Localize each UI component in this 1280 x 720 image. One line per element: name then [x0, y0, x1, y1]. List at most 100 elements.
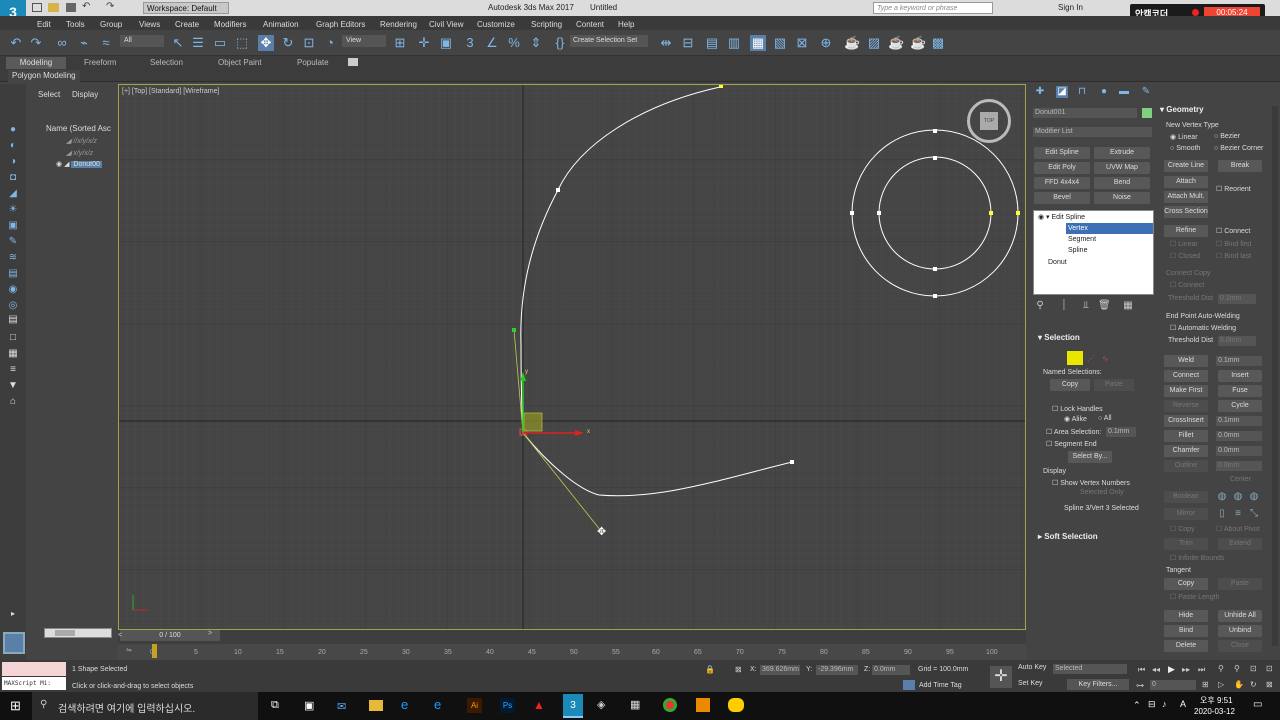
soft-selection-rollout-header[interactable]: ▸ Soft Selection: [1038, 532, 1098, 541]
horizontal-scrollbar[interactable]: [44, 628, 112, 638]
scene-explorer-icon[interactable]: ▤: [704, 35, 720, 51]
go-to-start-icon[interactable]: ⏮: [1138, 665, 1145, 675]
viewcube[interactable]: TOP: [967, 99, 1011, 143]
command-panel-scrollbar[interactable]: [1272, 106, 1278, 646]
tangent-paste-button[interactable]: Paste: [1218, 578, 1262, 590]
edit-named-selection-icon[interactable]: {}: [552, 35, 568, 51]
tab-display[interactable]: Display: [72, 90, 98, 99]
stack-item-vertex[interactable]: Vertex: [1066, 223, 1153, 234]
hide-button[interactable]: Hide: [1164, 610, 1208, 622]
placement-icon[interactable]: ◔: [322, 35, 338, 51]
insert-button[interactable]: Insert: [1218, 370, 1262, 382]
snaps-toggle-icon[interactable]: 3: [462, 35, 478, 51]
display-none-icon[interactable]: ●: [7, 124, 19, 136]
smooth-radio[interactable]: ○ Smooth: [1170, 145, 1200, 152]
about-pivot-checkbox[interactable]: ☐ About Pivot: [1216, 525, 1260, 533]
unlink-icon[interactable]: ⌁: [76, 35, 92, 51]
bezier-radio[interactable]: ○ Bezier: [1214, 133, 1240, 140]
menu-content[interactable]: Content: [576, 18, 604, 29]
object-name-field[interactable]: Donut001: [1033, 108, 1137, 118]
helpers-filter-icon[interactable]: ✎: [7, 236, 19, 248]
keyboard-shortcut-icon[interactable]: ▣: [438, 35, 454, 51]
current-frame-field[interactable]: 0: [1150, 680, 1196, 690]
lock-icon[interactable]: ⌂: [7, 396, 19, 408]
schematic-view-icon[interactable]: ⊠: [794, 35, 810, 51]
named-selection-dropdown[interactable]: Create Selection Set: [570, 35, 648, 47]
zoom-extents-all-icon[interactable]: ⊡: [1266, 664, 1273, 673]
linear-radio[interactable]: ◉ Linear: [1170, 133, 1198, 141]
attach-button[interactable]: Attach: [1164, 176, 1208, 188]
selection-rollout-header[interactable]: ▾ Selection: [1038, 333, 1080, 342]
chrome-icon[interactable]: [663, 698, 677, 712]
next-frame-icon[interactable]: ▸▸: [1182, 665, 1190, 674]
reorient-checkbox[interactable]: ☐ Reorient: [1216, 185, 1251, 193]
paste-length-checkbox[interactable]: ☐ Paste Length: [1170, 593, 1220, 601]
orbit-icon[interactable]: ↻: [1250, 680, 1257, 689]
stack-item-donut[interactable]: Donut: [1048, 259, 1067, 266]
segment-end-checkbox[interactable]: ☐ Segment End: [1046, 440, 1097, 448]
tab-selection[interactable]: Selection: [150, 58, 183, 67]
set-key-big-icon[interactable]: ✛: [990, 666, 1012, 688]
outline-button[interactable]: Outline: [1164, 460, 1208, 472]
geometry-filter-icon[interactable]: ◘: [7, 172, 19, 184]
viewport-canvas[interactable]: y x ✥: [119, 85, 1026, 630]
rotate-icon[interactable]: ↻: [280, 35, 296, 51]
ribbon-toggle-icon[interactable]: ▦: [750, 35, 766, 51]
vertex-point[interactable]: [933, 129, 937, 133]
crossinsert-button[interactable]: CrossInsert: [1164, 415, 1208, 427]
chamfer-button[interactable]: Chamfer: [1164, 445, 1208, 457]
remove-modifier-icon[interactable]: 🗑: [1098, 300, 1111, 312]
selected-only-checkbox[interactable]: Selected Only: [1080, 489, 1124, 496]
edit-poly-button[interactable]: Edit Poly: [1034, 162, 1090, 174]
undo-icon[interactable]: ↶: [8, 35, 24, 51]
name-column-header[interactable]: Name (Sorted Asc: [46, 124, 111, 133]
zoom-all-icon[interactable]: ⚲: [1234, 664, 1240, 673]
sort-icon[interactable]: ≡: [7, 364, 19, 376]
auto-key-button[interactable]: Auto Key: [1018, 664, 1046, 671]
segment-subobject-icon[interactable]: ⋰: [1087, 354, 1095, 363]
menu-create[interactable]: Create: [175, 18, 199, 29]
mirror-icon[interactable]: ⇹: [658, 35, 674, 51]
play-icon[interactable]: ▶: [1168, 664, 1175, 675]
prev-frame-icon[interactable]: ◂◂: [1152, 665, 1160, 674]
select-manipulate-icon[interactable]: ✛: [416, 35, 432, 51]
configure-sets-icon[interactable]: ▦: [1122, 300, 1134, 312]
maxscript-mini-listener[interactable]: MAXScript Mi:: [2, 677, 66, 690]
lights-filter-icon[interactable]: ☀: [7, 204, 19, 216]
sign-in-link[interactable]: Sign In: [1058, 3, 1083, 12]
redo-icon[interactable]: ↷: [28, 35, 44, 51]
vertex-point[interactable]: [989, 211, 993, 215]
fillet-value[interactable]: 0.0mm: [1216, 431, 1262, 441]
taskbar-search[interactable]: ⚲ 검색하려면 여기에 입력하십시오.: [32, 692, 258, 720]
selection-filter-dropdown[interactable]: All: [120, 35, 164, 47]
show-end-result-icon[interactable]: ⏐: [1058, 300, 1070, 312]
connect-button[interactable]: Connect: [1164, 370, 1208, 382]
weld-button[interactable]: Weld: [1164, 355, 1208, 367]
closed-checkbox[interactable]: ☐ Closed: [1170, 252, 1200, 260]
select-by-name-icon[interactable]: ☰: [190, 35, 206, 51]
save-icon[interactable]: [66, 3, 76, 12]
fuse-button[interactable]: Fuse: [1218, 385, 1262, 397]
calculator-icon[interactable]: ▦: [630, 698, 640, 711]
menu-animation[interactable]: Animation: [263, 18, 299, 29]
modifier-stack[interactable]: ◉ ▾ Edit Spline Vertex Segment Spline Do…: [1033, 210, 1154, 295]
center-checkbox[interactable]: Center: [1230, 476, 1251, 483]
time-slider-next-icon[interactable]: >: [208, 630, 212, 637]
automatic-welding-checkbox[interactable]: ☐ Automatic Welding: [1170, 324, 1236, 332]
photoshop-icon[interactable]: Ps: [500, 698, 515, 713]
stack-item-edit-spline[interactable]: ◉ ▾ Edit Spline: [1038, 213, 1085, 221]
threshold-dist2-field[interactable]: 6.0mm: [1218, 336, 1256, 346]
bind-last-checkbox[interactable]: ☐ Bind last: [1216, 252, 1251, 260]
groups-filter-icon[interactable]: ▤: [7, 268, 19, 280]
vertex-point[interactable]: [933, 294, 937, 298]
connect-checkbox[interactable]: ☐ Connect: [1216, 227, 1250, 235]
attach-mult-button[interactable]: Attach Mult.: [1164, 191, 1208, 203]
selected-set-dropdown[interactable]: Selected: [1053, 664, 1127, 674]
spinner-snap-icon[interactable]: ⇕: [528, 35, 544, 51]
lock-handles-checkbox[interactable]: ☐ Lock Handles: [1052, 405, 1103, 413]
time-config-icon[interactable]: ⊞: [1202, 680, 1209, 689]
absolute-mode-icon[interactable]: ⊠: [735, 665, 742, 674]
object-color-swatch[interactable]: [1142, 108, 1152, 118]
menu-customize[interactable]: Customize: [477, 18, 515, 29]
ffd-button[interactable]: FFD 4x4x4: [1034, 177, 1090, 189]
